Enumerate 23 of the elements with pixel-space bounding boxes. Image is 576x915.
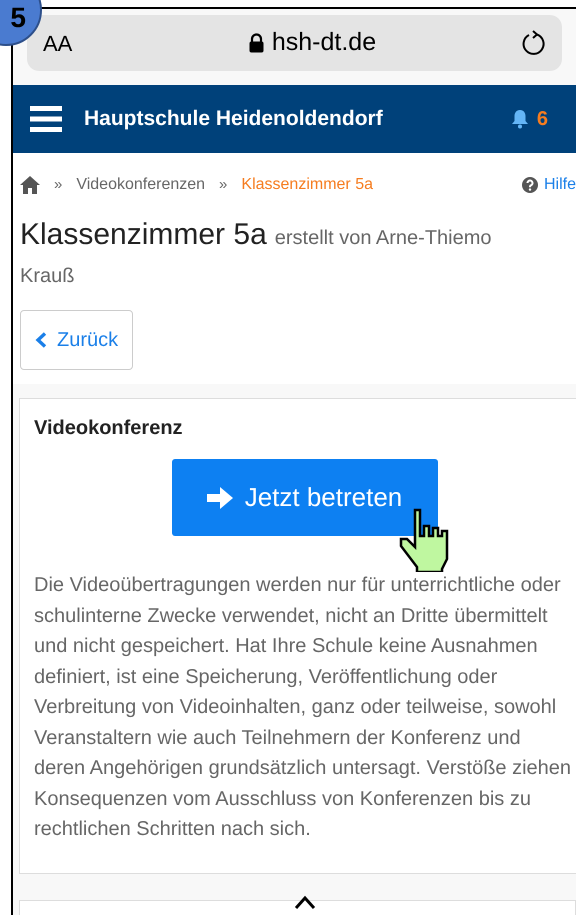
chevron-up-icon[interactable] xyxy=(294,894,316,908)
privacy-notice: Die Videoübertragungen werden nur für unterrichtliche oder schulinterne Zwecke verwendet, nicht an Dritte übermittelt und nicht gespeichert. Hat Ihre Schule keine Ausnahmen definiert, ist eine Speicherung, Veröffentlichung oder Verbreitung von Videoinhalten, ganz oder teilweise, sowohl Veranstaltern wie auch Teilnehmern der Konferenz und deren Angehörigen grundsätzlich untersagt. Verstöße ziehen Konsequenzen vom Ausschluss von Konferenzen bis zu rechtlichen Schritten nach sich. xyxy=(34,573,572,842)
back-button[interactable]: Zurück xyxy=(20,310,134,370)
card-title: Videokonferenz xyxy=(34,416,184,441)
text-size-button[interactable]: AA xyxy=(43,26,103,60)
url-text: hsh-dt.de xyxy=(272,27,376,58)
address-bar[interactable]: AA hsh-dt.de xyxy=(27,15,562,71)
arrow-right-icon xyxy=(206,486,233,508)
page-heading: Klassenzimmer 5a erstellt von Arne-Thiemo Krauß xyxy=(19,217,493,289)
site-title[interactable]: Hauptschule Heidenoldendorf xyxy=(84,103,511,135)
home-icon[interactable] xyxy=(20,176,40,194)
reload-icon[interactable] xyxy=(522,30,546,56)
chevron-left-icon xyxy=(35,332,47,348)
breadcrumb-separator: » xyxy=(54,174,62,195)
breadcrumb-separator: » xyxy=(219,174,228,195)
bell-icon[interactable] xyxy=(510,109,529,129)
join-button[interactable]: Jetzt betreten xyxy=(172,459,438,536)
menu-icon[interactable] xyxy=(30,106,62,132)
help-link[interactable]: Hilfe xyxy=(544,173,576,197)
notification-count: 6 xyxy=(536,107,548,132)
breadcrumb-link[interactable]: Videokonferenzen xyxy=(76,173,206,197)
help-icon xyxy=(522,177,538,193)
lock-icon xyxy=(248,33,264,53)
